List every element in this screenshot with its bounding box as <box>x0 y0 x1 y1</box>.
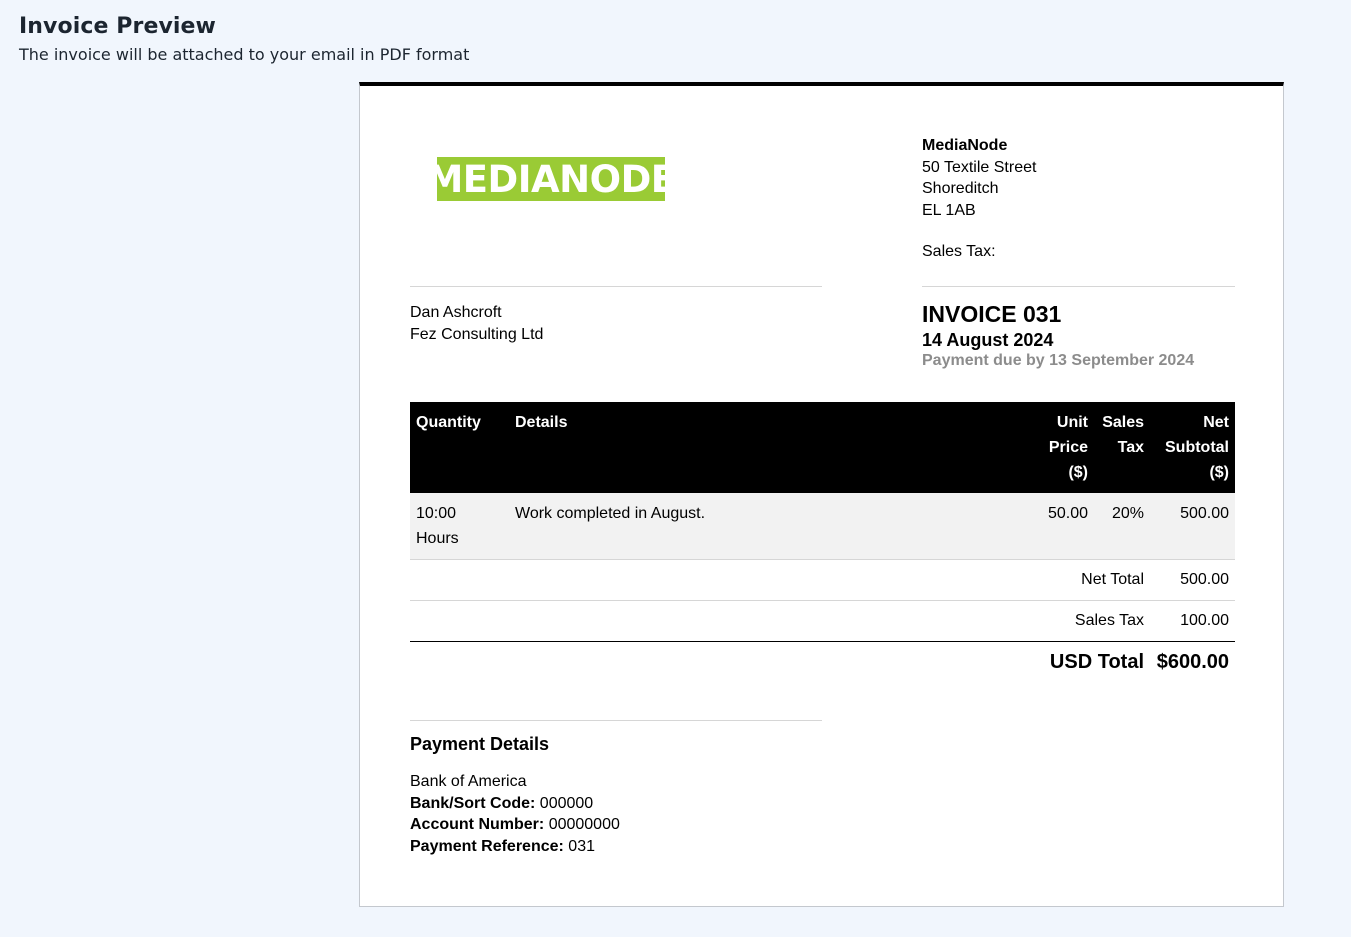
net-total-value: 500.00 <box>1150 559 1235 601</box>
cell-quantity: 10:00 Hours <box>410 493 509 560</box>
header-sales-tax: Sales Tax <box>1094 402 1150 493</box>
header-unit-price: Unit Price ($) <box>1038 402 1094 493</box>
sales-tax-row: Sales Tax 100.00 <box>410 600 1235 642</box>
cell-details: Work completed in August. <box>509 493 1038 560</box>
sales-tax-value: 100.00 <box>1150 600 1235 642</box>
payment-reference: Payment Reference: 031 <box>410 837 595 855</box>
line-items-table: Quantity Details Unit Price ($) Sales Ta… <box>410 402 1235 682</box>
header-net-subtotal: Net Subtotal ($) <box>1150 402 1235 493</box>
company-address-line: 50 Textile Street <box>922 158 1037 176</box>
invoice-document: MEDIANODE MediaNode 50 Textile Street Sh… <box>359 82 1284 907</box>
cell-unit-price: 50.00 <box>1038 493 1094 560</box>
table-row: 10:00 Hours Work completed in August. 50… <box>410 493 1235 560</box>
company-info: MediaNode 50 Textile Street Shoreditch E… <box>922 135 1036 263</box>
payment-due: Payment due by 13 September 2024 <box>922 352 1195 369</box>
cell-net-subtotal: 500.00 <box>1150 493 1235 560</box>
sort-code: Bank/Sort Code: 000000 <box>410 794 594 812</box>
page-title: Invoice Preview <box>19 14 216 39</box>
company-address-line: Shoreditch <box>922 180 999 197</box>
bank-name: Bank of America <box>410 773 527 790</box>
page-header: Invoice Preview The invoice will be atta… <box>19 14 469 64</box>
client-name: Dan Ashcroft <box>410 304 502 321</box>
invoice-meta: INVOICE 031 14 August 2024 Payment due b… <box>922 299 1194 371</box>
client-company: Fez Consulting Ltd <box>410 325 544 343</box>
payment-heading: Payment Details <box>410 734 550 754</box>
grand-total-row: USD Total $600.00 <box>410 642 1235 683</box>
client-info: Dan Ashcroft Fez Consulting Ltd <box>410 302 543 345</box>
company-sales-tax: Sales Tax: <box>922 243 996 260</box>
company-address-line: EL 1AB <box>922 201 976 219</box>
divider <box>410 720 822 721</box>
table-header-row: Quantity Details Unit Price ($) Sales Ta… <box>410 402 1235 493</box>
payment-details: Payment Details Bank of America Bank/Sor… <box>410 720 822 857</box>
company-logo: MEDIANODE <box>426 157 676 201</box>
header-quantity: Quantity <box>410 402 509 493</box>
divider <box>922 286 1235 287</box>
divider <box>410 286 822 287</box>
cell-sales-tax: 20% <box>1094 493 1150 560</box>
sales-tax-label: Sales Tax <box>410 600 1150 642</box>
total-label: USD Total <box>1049 651 1144 673</box>
net-total-row: Net Total 500.00 <box>410 559 1235 601</box>
header-details: Details <box>509 402 1038 493</box>
company-name: MediaNode <box>922 137 1008 154</box>
account-number: Account Number: 00000000 <box>410 816 620 833</box>
total-value: $600.00 <box>1156 651 1229 673</box>
page-subtitle: The invoice will be attached to your ema… <box>19 45 470 64</box>
invoice-number: INVOICE 031 <box>922 301 1062 327</box>
invoice-date: 14 August 2024 <box>922 330 1054 350</box>
net-total-label: Net Total <box>410 559 1150 601</box>
